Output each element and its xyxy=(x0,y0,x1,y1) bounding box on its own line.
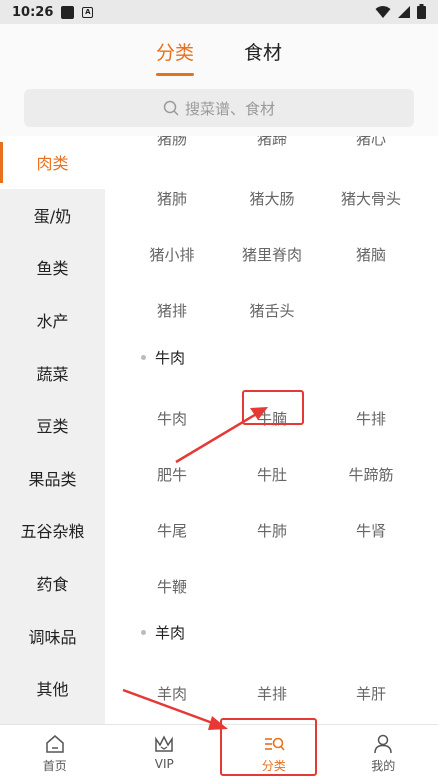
nav-label: 我的 xyxy=(371,759,396,773)
search-placeholder: 搜菜谱、食材 xyxy=(184,99,275,118)
sidebar-item-medicinal[interactable]: 药食 xyxy=(0,557,105,610)
ingredient-item[interactable]: 肥牛 xyxy=(122,464,222,485)
status-bar: 10:26 A xyxy=(0,0,438,24)
grid-row: 牛尾 牛肺 牛肾 xyxy=(105,502,438,558)
ingredient-item[interactable]: 牛排 xyxy=(321,408,421,429)
ingredient-item[interactable]: 猪小排 xyxy=(122,244,222,265)
notification-icon xyxy=(61,5,75,19)
nav-label: VIP xyxy=(154,757,174,771)
ingredient-item[interactable]: 猪舌头 xyxy=(222,300,322,321)
wifi-icon xyxy=(375,5,391,18)
search-icon xyxy=(163,100,179,116)
sidebar-item-meat[interactable]: 肉类 xyxy=(0,136,105,189)
ingredient-item[interactable]: 羊肝 xyxy=(321,683,421,704)
top-bar: 分类 食材 xyxy=(0,24,438,78)
ingredient-item[interactable]: 牛鞭 xyxy=(122,576,222,597)
grid-row: 牛肉 牛腩 牛排 xyxy=(105,390,438,446)
grid-row: 牛鞭 xyxy=(105,558,438,614)
sidebar-item-egg-milk[interactable]: 蛋/奶 xyxy=(0,189,105,242)
category-sidebar: 肉类 蛋/奶 鱼类 水产 蔬菜 豆类 果品类 五谷杂粮 药食 调味品 其他 xyxy=(0,136,105,724)
nav-profile[interactable]: 我的 xyxy=(329,725,438,780)
tab-ingredients[interactable]: 食材 xyxy=(244,24,282,78)
section-bullet xyxy=(141,355,146,360)
search-input[interactable]: 搜菜谱、食材 xyxy=(24,89,414,127)
sidebar-item-beans[interactable]: 豆类 xyxy=(0,399,105,452)
ingredient-item[interactable]: 牛肾 xyxy=(321,520,421,541)
grid-row: 肥牛 牛肚 牛蹄筋 xyxy=(105,446,438,502)
sidebar-item-grains[interactable]: 五谷杂粮 xyxy=(0,504,105,557)
section-bullet xyxy=(141,630,146,635)
grid-row: 猪肠 猪蹄 猪心 xyxy=(105,136,438,166)
ingredient-item[interactable]: 猪蹄 xyxy=(222,136,322,149)
nav-label: 首页 xyxy=(42,759,67,773)
search-area: 搜菜谱、食材 xyxy=(0,78,438,136)
ingredient-item[interactable]: 牛肉 xyxy=(122,408,222,429)
ingredient-item[interactable]: 猪脑 xyxy=(321,244,421,265)
nav-home[interactable]: 首页 xyxy=(0,725,110,780)
ingredient-item[interactable]: 猪大骨头 xyxy=(321,188,421,209)
sidebar-item-seafood[interactable]: 水产 xyxy=(0,294,105,347)
sidebar-item-condiments[interactable]: 调味品 xyxy=(0,609,105,662)
nav-category[interactable]: 分类 xyxy=(219,725,329,780)
ingredient-grid: 猪肠 猪蹄 猪心 猪肺 猪大肠 猪大骨头 猪小排 猪里脊肉 猪脑 猪排 猪舌头 … xyxy=(105,136,438,724)
user-icon xyxy=(374,734,392,754)
status-time: 10:26 xyxy=(12,4,54,20)
ingredient-item[interactable]: 羊肉 xyxy=(122,683,222,704)
app-notification-icon: A xyxy=(82,6,94,18)
ingredient-item[interactable]: 猪排 xyxy=(122,300,222,321)
ingredient-item[interactable]: 猪大肠 xyxy=(222,188,322,209)
bottom-nav: 首页 VIP 分类 我的 xyxy=(0,724,438,780)
category-tabs: 分类 食材 xyxy=(0,24,438,78)
ingredient-item[interactable]: 羊排 xyxy=(222,683,322,704)
home-icon xyxy=(46,735,64,753)
grid-row: 猪小排 猪里脊肉 猪脑 xyxy=(105,226,438,282)
signal-icon xyxy=(398,5,410,18)
sidebar-item-vegetables[interactable]: 蔬菜 xyxy=(0,346,105,399)
ingredient-item[interactable]: 猪心 xyxy=(321,136,421,149)
grid-row: 猪排 猪舌头 xyxy=(105,282,438,338)
battery-icon xyxy=(417,4,426,19)
ingredient-item[interactable]: 猪肺 xyxy=(122,188,222,209)
ingredient-item[interactable]: 猪里脊肉 xyxy=(222,244,322,265)
tab-category[interactable]: 分类 xyxy=(155,24,195,78)
category-icon xyxy=(264,737,285,751)
grid-row: 猪肺 猪大肠 猪大骨头 xyxy=(105,170,438,226)
ingredient-item[interactable]: 牛肺 xyxy=(222,520,322,541)
grid-row: 羊肉 羊排 羊肝 xyxy=(105,665,438,721)
section-title-beef: 牛肉 xyxy=(155,349,186,367)
sidebar-item-other[interactable]: 其他 xyxy=(0,662,105,715)
crown-icon xyxy=(155,735,173,752)
ingredient-item[interactable]: 牛尾 xyxy=(122,520,222,541)
ingredient-item-beef-brisket[interactable]: 牛腩 xyxy=(222,408,322,429)
sidebar-item-fish[interactable]: 鱼类 xyxy=(0,241,105,294)
nav-label: 分类 xyxy=(261,759,286,773)
nav-vip[interactable]: VIP xyxy=(110,725,220,780)
ingredient-item[interactable]: 牛蹄筋 xyxy=(321,464,421,485)
ingredient-item[interactable]: 牛肚 xyxy=(222,464,322,485)
section-title-lamb: 羊肉 xyxy=(155,624,186,642)
sidebar-item-fruits[interactable]: 果品类 xyxy=(0,452,105,505)
ingredient-item[interactable]: 猪肠 xyxy=(122,136,222,149)
